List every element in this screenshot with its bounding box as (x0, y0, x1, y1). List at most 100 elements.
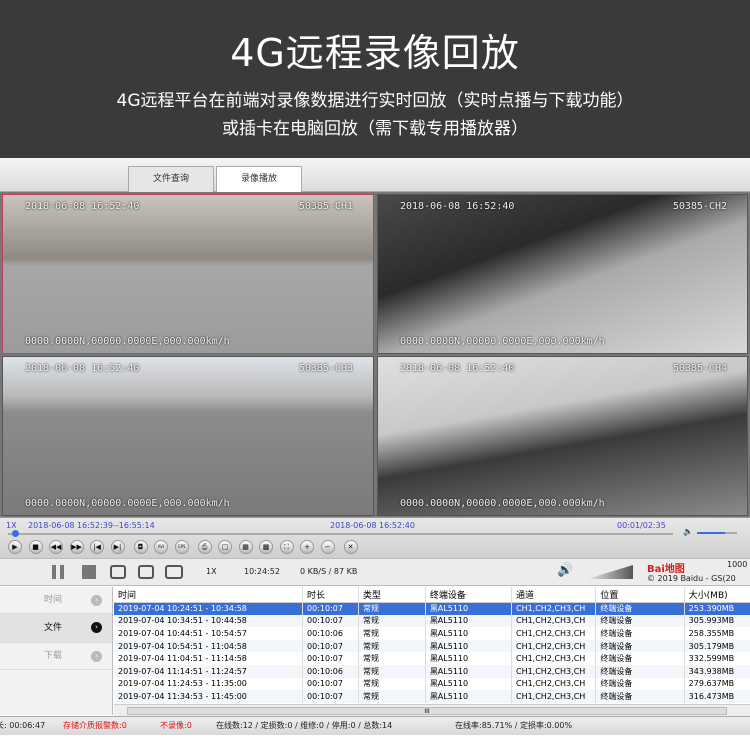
avi-button[interactable]: AVI (154, 540, 168, 554)
progress-slider[interactable] (8, 530, 673, 537)
column-header[interactable]: 时长 (302, 587, 360, 603)
video-channel: 50385-CH4 (672, 363, 727, 374)
table-cell: 终端设备 (595, 690, 685, 703)
table-row[interactable]: 2019-07-04 10:24:51 - 10:34:58 00:10:07 常规… (114, 602, 750, 615)
play-button[interactable]: ▶ (8, 540, 22, 554)
table-row[interactable]: 2019-07-04 10:54:51 - 11:04:58 00:10:07 常规… (114, 639, 750, 653)
close-button[interactable]: ✕ (343, 540, 358, 554)
stop-button[interactable]: ■ (28, 540, 43, 554)
1-view-button[interactable]: □ (218, 540, 232, 554)
table-row[interactable]: 2019-07-04 11:24:53 - 11:35:00 00:10:07 常规… (114, 677, 750, 691)
video-timestamp: 2018-06-08 16:52:40 (400, 201, 515, 212)
file-table: 时间时长类型终端设备通道位置大小(MB)其他信2019-07-04 10:24:… (114, 587, 750, 704)
record2-icon[interactable] (138, 565, 154, 579)
video-ch4[interactable]: 2018-06-08 16:52:40 50385-CH4 0000.0000N… (377, 356, 748, 516)
column-header[interactable]: 位置 (595, 587, 685, 603)
fast-forward-button[interactable]: ▶▶ (69, 540, 84, 554)
table-cell: 316.473MB (684, 690, 750, 703)
promo-header: 4G远程录像回放 4G远程平台在前端对录像数据进行实时回放（实时点播与下载功能）… (0, 0, 750, 158)
zoom-in-button[interactable]: + (300, 540, 314, 554)
table-cell: 终端设备 (595, 677, 685, 691)
table-cell: 黑AL5110 (425, 602, 512, 615)
sidebar-label: 文件 (44, 623, 63, 633)
table-cell: 黑AL5110 (425, 677, 512, 691)
table-cell: 常规 (358, 627, 426, 640)
status-counts: 在线数:12 / 定损数:0 / 维修:0 / 停用:0 / 总数:14 (216, 721, 393, 730)
table-cell: 常规 (358, 652, 426, 665)
camera-icon[interactable] (165, 565, 183, 579)
volume-slider[interactable] (697, 532, 737, 534)
table-row[interactable]: 2019-07-04 10:34:51 - 10:44:58 00:10:07 常规… (114, 614, 750, 628)
chevron-right-icon: › (91, 622, 102, 633)
subtitle-line2: 或插卡在电脑回放（需下载专用播放器） (222, 119, 528, 139)
video-grid: 2018-06-08 16:52:40 50385-CH1 0000.0000N… (0, 192, 750, 517)
column-header[interactable]: 通道 (511, 587, 597, 603)
speed-readout: 1X (206, 567, 217, 576)
column-header[interactable]: 终端设备 (425, 587, 512, 603)
table-cell: 343.938MB (684, 664, 750, 678)
table-cell: 00:10:07 (302, 639, 360, 653)
table-cell: 332.599MB (684, 652, 750, 665)
table-row[interactable]: 2019-07-04 11:04:51 - 11:14:58 00:10:07 常规… (114, 652, 750, 665)
pause-icon[interactable] (52, 565, 56, 579)
scrollbar-thumb[interactable]: III (127, 707, 727, 715)
sidebar-item-time[interactable]: 时间 › (0, 587, 112, 614)
4-view-button[interactable]: ▦ (238, 540, 253, 554)
progress-handle[interactable] (11, 530, 19, 537)
table-row[interactable]: 2019-07-04 11:14:51 - 11:24:57 00:10:06 常规… (114, 664, 750, 678)
video-ch1[interactable]: 2018-06-08 16:52:40 50385-CH1 0000.0000N… (2, 194, 374, 354)
sidebar-item-download[interactable]: 下载 › (0, 643, 112, 670)
sidebar: 时间 › 文件 › 下载 › (0, 587, 113, 715)
9-view-button[interactable]: ▩ (259, 540, 273, 554)
tab-bar: 文件查询 录像播放 (0, 158, 750, 192)
table-cell: 305.179MB (684, 639, 750, 653)
table-cell: 00:10:07 (302, 614, 360, 628)
gps-button[interactable]: GPS (174, 540, 189, 554)
table-row[interactable]: 2019-07-04 11:34:53 - 11:45:00 00:10:07 常规… (114, 690, 750, 703)
table-cell: CH1,CH2,CH3,CH (511, 627, 597, 640)
video-ch3[interactable]: 2018-06-08 16:52:40 50385-CH3 0000.0000N… (2, 356, 374, 516)
video-gps: 0000.0000N,00000.0000E,000.000km/h (400, 498, 605, 509)
table-cell: 黑AL5110 (425, 614, 512, 628)
volume-meter-icon (587, 565, 633, 579)
video-timestamp: 2018-06-08 16:52:40 (25, 363, 140, 374)
column-header[interactable]: 时间 (114, 587, 304, 603)
sidebar-item-file[interactable]: 文件 › (0, 614, 112, 643)
next-button[interactable]: ▶| (110, 540, 125, 554)
table-cell: 2019-07-04 10:24:51 - 10:34:58 (114, 602, 304, 615)
speaker-icon[interactable]: 🔊 (557, 563, 573, 578)
tab-file-query[interactable]: 文件查询 (128, 166, 214, 192)
tab-playback[interactable]: 录像播放 (216, 166, 302, 192)
column-header[interactable]: 类型 (358, 587, 426, 603)
table-cell: CH1,CH2,CH3,CH (511, 664, 597, 678)
table-cell: 00:10:07 (302, 652, 360, 665)
video-gps: 0000.0000N,00000.0000E,000.000km/h (400, 336, 605, 347)
video-ch2[interactable]: 2018-06-08 16:52:40 50385-CH2 0000.0000N… (377, 194, 748, 354)
table-cell: 00:10:07 (302, 690, 360, 703)
time-range: 2018-06-08 16:52:39--16:55:14 (28, 521, 155, 530)
column-header[interactable]: 大小(MB) (684, 587, 750, 603)
pause-icon-bar (60, 565, 64, 579)
table-cell: 终端设备 (595, 627, 685, 640)
rewind-button[interactable]: ◀◀ (49, 540, 63, 554)
stop-icon[interactable] (82, 565, 96, 579)
table-cell: 2019-07-04 11:14:51 - 11:24:57 (114, 664, 304, 678)
table-cell: 常规 (358, 602, 426, 615)
print-button[interactable]: ⎙ (197, 540, 212, 554)
snapshot-button[interactable]: ◘ (133, 540, 148, 554)
table-cell: 终端设备 (595, 639, 685, 653)
table-row[interactable]: 2019-07-04 10:44:51 - 10:54:57 00:10:06 常规… (114, 627, 750, 640)
status-bar: 长: 00:06:47 存储介质报警数:0 不录像:0 在线数:12 / 定损数… (0, 716, 750, 735)
fullscreen-button[interactable]: ⛶ (279, 540, 294, 554)
status-no-record: 不录像:0 (160, 721, 192, 730)
table-cell: 常规 (358, 614, 426, 628)
prev-button[interactable]: |◀ (90, 540, 104, 554)
video-timestamp: 2018-06-08 16:52:40 (25, 201, 140, 212)
record-icon[interactable] (110, 565, 126, 579)
table-cell: CH1,CH2,CH3,CH (511, 690, 597, 703)
horizontal-scrollbar[interactable]: III (114, 704, 750, 716)
zoom-out-button[interactable]: − (320, 540, 335, 554)
map-scale: 1000 (727, 560, 748, 569)
table-cell: 00:10:06 (302, 664, 360, 678)
table-cell: 常规 (358, 690, 426, 703)
